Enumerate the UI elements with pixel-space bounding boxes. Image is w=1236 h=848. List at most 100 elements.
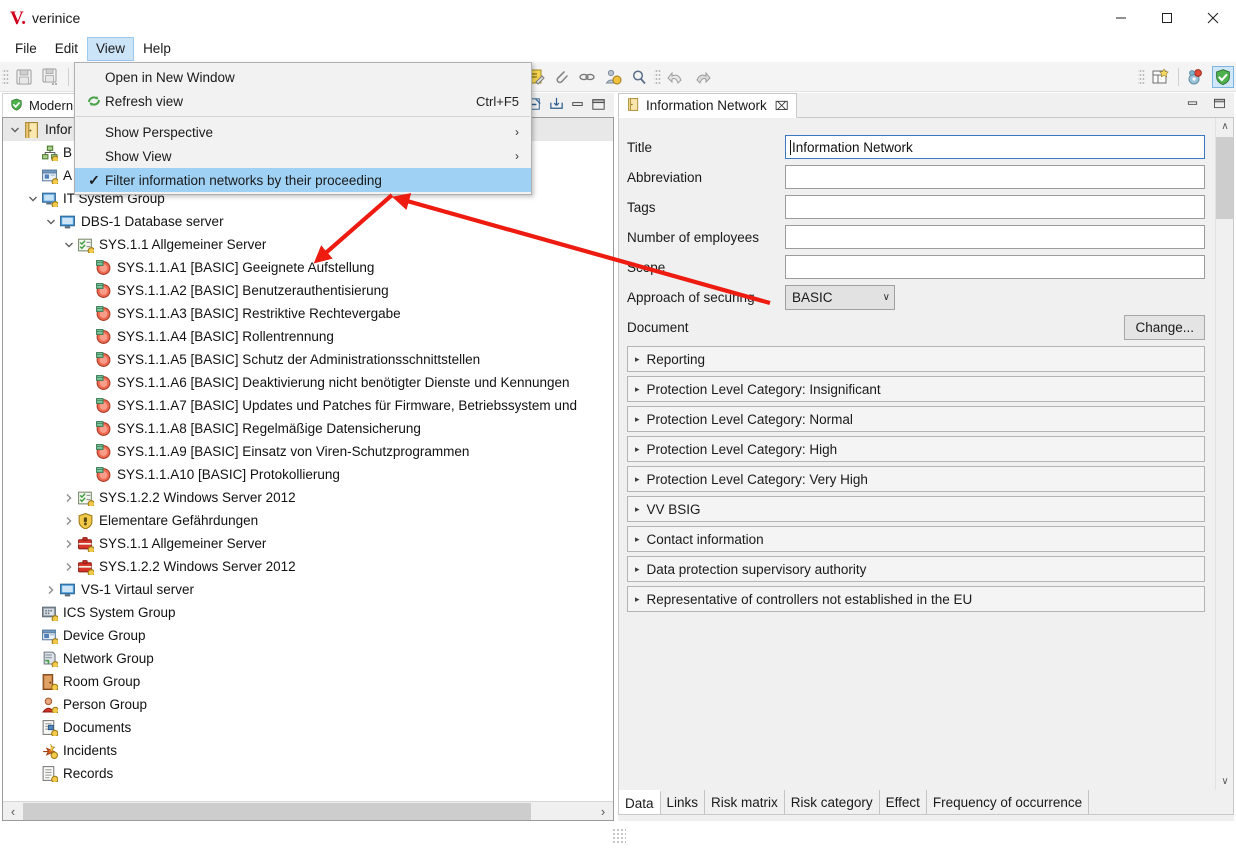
tree-item[interactable]: Device Group [3, 624, 613, 647]
accounts-icon[interactable] [1186, 66, 1208, 88]
scroll-down-icon[interactable]: ∨ [1216, 773, 1233, 790]
toolbar-grip[interactable] [2, 67, 9, 86]
chevron-right-icon[interactable] [61, 532, 77, 555]
collapsible-section[interactable]: ▸ Protection Level Category: Insignifican… [627, 376, 1205, 402]
collapsible-section[interactable]: ▸ VV BSIG [627, 496, 1205, 522]
attachment-icon[interactable] [550, 66, 572, 88]
minimize-icon[interactable] [1185, 96, 1203, 114]
tree-item[interactable]: Network Group [3, 647, 613, 670]
editor-bottom-tab[interactable]: Data [619, 790, 661, 814]
change-document-button[interactable]: Change... [1124, 314, 1205, 340]
menu-item[interactable]: Refresh view Ctrl+F5 [75, 89, 531, 113]
hscroll-track[interactable] [23, 802, 593, 821]
chevron-down-icon[interactable] [61, 233, 77, 256]
collapsible-section[interactable]: ▸ Protection Level Category: Normal [627, 406, 1205, 432]
collapsible-section[interactable]: ▸ Contact information [627, 526, 1205, 552]
collapsible-section[interactable]: ▸ Protection Level Category: High [627, 436, 1205, 462]
menu-item[interactable]: Open in New Window [75, 65, 531, 89]
chevron-right-icon[interactable] [43, 578, 59, 601]
abbreviation-input[interactable] [785, 165, 1205, 189]
editor-bottom-tab[interactable]: Links [660, 790, 706, 814]
editor-bottom-tab[interactable]: Frequency of occurrence [926, 790, 1090, 814]
title-input[interactable]: Information Network [785, 135, 1205, 159]
collapsible-section[interactable]: ▸ Representative of controllers not estab… [627, 586, 1205, 612]
tree-item[interactable]: SYS.1.1 Allgemeiner Server [3, 233, 613, 256]
collapsible-section[interactable]: ▸ Data protection supervisory authority [627, 556, 1205, 582]
menu-help[interactable]: Help [134, 37, 180, 61]
collapsible-section[interactable]: ▸ Reporting [627, 346, 1205, 372]
chevron-down-icon[interactable] [43, 210, 59, 233]
save-all-icon[interactable] [39, 66, 61, 88]
editor-vertical-scrollbar[interactable]: ∧ ∨ [1215, 118, 1233, 790]
chevron-right-icon[interactable] [61, 509, 77, 532]
panel-resize-grip[interactable] [612, 828, 626, 844]
maximize-icon[interactable] [590, 96, 608, 114]
tree-item[interactable]: Records [3, 762, 613, 785]
menu-view[interactable]: View [87, 37, 135, 61]
chevron-right-icon[interactable] [61, 486, 77, 509]
tree-item[interactable]: SYS.1.1.A1 [BASIC] Geeignete Aufstellung [3, 256, 613, 279]
number-of-employees-input[interactable] [785, 225, 1205, 249]
menu-item[interactable]: Show Perspective › [75, 120, 531, 144]
chevron-right-icon[interactable] [61, 555, 77, 578]
redo-icon[interactable] [691, 66, 713, 88]
tab-modern[interactable]: Modern [2, 93, 83, 117]
editor-bottom-tab[interactable]: Risk category [784, 790, 880, 814]
tree-item[interactable]: SYS.1.1.A4 [BASIC] Rollentrennung [3, 325, 613, 348]
scroll-up-icon[interactable]: ∧ [1216, 118, 1233, 135]
tags-input[interactable] [785, 195, 1205, 219]
person-shield-icon[interactable] [602, 66, 624, 88]
tree-horizontal-scrollbar[interactable]: ‹ › [3, 801, 613, 820]
tree-item[interactable]: Incidents [3, 739, 613, 762]
undo-icon[interactable] [665, 66, 687, 88]
tree-item[interactable]: SYS.1.2.2 Windows Server 2012 [3, 486, 613, 509]
new-report-icon[interactable] [1149, 66, 1171, 88]
link-editor-icon[interactable] [548, 96, 566, 114]
approach-of-securing-select[interactable]: BASIC ∨ [785, 284, 895, 310]
chevron-down-icon[interactable] [25, 187, 41, 210]
toolbar-grip-2[interactable] [653, 67, 661, 86]
tree-item[interactable]: SYS.1.1.A9 [BASIC] Einsatz von Viren-Sch… [3, 440, 613, 463]
maximize-icon[interactable] [1212, 96, 1230, 114]
hscroll-thumb[interactable] [23, 802, 531, 820]
close-icon[interactable] [1190, 0, 1236, 36]
tree-item[interactable]: DBS-1 Database server [3, 210, 613, 233]
scroll-right-icon[interactable]: › [593, 804, 613, 819]
shield-check-icon[interactable] [1212, 65, 1234, 88]
tree-item[interactable]: ICS System Group [3, 601, 613, 624]
toolbar-grip-3[interactable] [1138, 67, 1145, 86]
menu-item[interactable]: ✓ Filter information networks by their pr… [75, 168, 531, 192]
maximize-icon[interactable] [1144, 0, 1190, 36]
editor-bottom-tab[interactable]: Risk matrix [705, 790, 785, 814]
tree-item[interactable]: SYS.1.1.A10 [BASIC] Protokollierung [3, 463, 613, 486]
menu-file[interactable]: File [6, 37, 46, 61]
tree-item[interactable]: Person Group [3, 693, 613, 716]
menu-edit[interactable]: Edit [46, 37, 87, 61]
close-icon[interactable]: ⌧ [775, 99, 789, 113]
tree-item[interactable]: SYS.1.1.A6 [BASIC] Deaktivierung nicht b… [3, 371, 613, 394]
scroll-left-icon[interactable]: ‹ [3, 804, 23, 819]
tree-item[interactable]: SYS.1.1.A7 [BASIC] Updates und Patches f… [3, 394, 613, 417]
collapsible-section[interactable]: ▸ Protection Level Category: Very High [627, 466, 1205, 492]
search-icon[interactable] [628, 66, 650, 88]
tree-item[interactable]: SYS.1.1.A3 [BASIC] Restriktive Rechtever… [3, 302, 613, 325]
vscroll-thumb[interactable] [1216, 137, 1233, 219]
tree-item[interactable]: SYS.1.1.A5 [BASIC] Schutz der Administra… [3, 348, 613, 371]
tree-item[interactable]: SYS.1.1 Allgemeiner Server [3, 532, 613, 555]
editor-bottom-tab[interactable]: Effect [879, 790, 927, 814]
tree-item[interactable]: SYS.1.1.A8 [BASIC] Regelmäßige Datensich… [3, 417, 613, 440]
tree-item[interactable]: SYS.1.1.A2 [BASIC] Benutzerauthentisieru… [3, 279, 613, 302]
tree-item[interactable]: VS-1 Virtaul server [3, 578, 613, 601]
model-tree[interactable]: Infor B A IT System Group DBS-1 Database ser… [2, 117, 614, 821]
minimize-icon[interactable] [569, 96, 587, 114]
save-icon[interactable] [13, 66, 35, 88]
link-icon[interactable] [576, 66, 598, 88]
tab-information-network[interactable]: Information Network ⌧ [618, 93, 797, 118]
scope-input[interactable] [785, 255, 1205, 279]
tree-item[interactable]: Elementare Gefährdungen [3, 509, 613, 532]
minimize-icon[interactable] [1098, 0, 1144, 36]
chevron-down-icon[interactable] [7, 118, 23, 141]
tree-item[interactable]: Room Group [3, 670, 613, 693]
tree-item[interactable]: Documents [3, 716, 613, 739]
menu-item[interactable]: Show View › [75, 144, 531, 168]
